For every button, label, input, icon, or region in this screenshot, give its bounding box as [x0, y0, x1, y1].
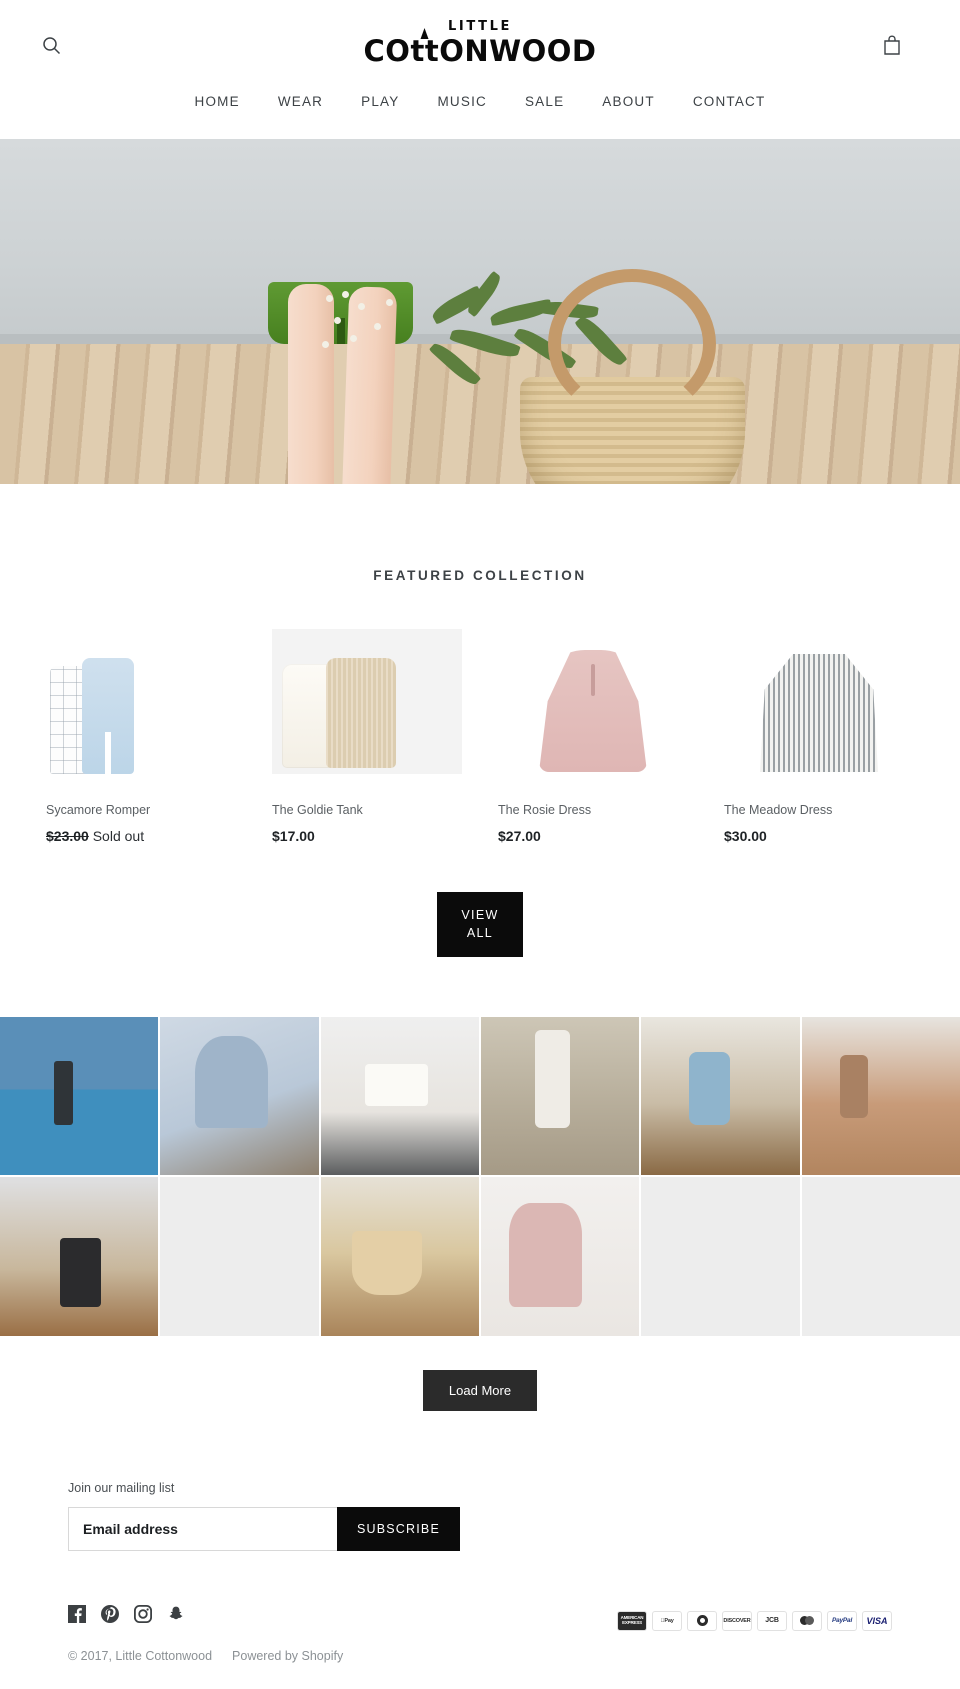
instagram-tile[interactable] — [0, 1017, 159, 1176]
instagram-feed-section: Load More — [0, 1017, 960, 1481]
product-price: $23.00 Sold out — [46, 828, 236, 844]
product-title: The Rosie Dress — [498, 803, 592, 817]
copyright-row: © 2017, Little Cottonwood Powered by Sho… — [68, 1649, 343, 1663]
payment-icon-visa: VISA — [862, 1610, 892, 1631]
tank-striped-garment — [326, 658, 396, 768]
payment-icon-amex: AMERICAN EXPRESS — [617, 1610, 647, 1631]
newsletter-label: Join our mailing list — [68, 1480, 175, 1495]
shopping-bag-icon[interactable] — [879, 32, 905, 58]
site-header: LITTLE COttONWOOD — [0, 0, 960, 88]
instagram-tile[interactable] — [160, 1017, 319, 1176]
instagram-tile[interactable] — [0, 1177, 159, 1336]
product-price: $30.00 — [724, 827, 767, 844]
nav-item-contact[interactable]: CONTACT — [674, 88, 785, 115]
product-title: The Meadow Dress — [724, 803, 833, 817]
hero-banner-image — [0, 139, 960, 484]
logo-part1: CO — [363, 34, 411, 68]
instagram-tile[interactable] — [480, 1017, 640, 1176]
site-logo[interactable]: LITTLE COttONWOOD — [364, 20, 597, 66]
product-title: The Goldie Tank — [272, 803, 363, 817]
view-all-button[interactable]: VIEW ALL — [437, 891, 523, 957]
subscribe-button[interactable]: SUBSCRIBE — [336, 1506, 460, 1551]
site-footer: Join our mailing list SUBSCRIBE © 2017, … — [0, 1480, 960, 1689]
product-card-rosie-dress[interactable]: The Rosie Dress $27.00 — [480, 629, 706, 844]
load-more-button[interactable]: Load More — [422, 1369, 538, 1411]
product-sold-out-label: Sold out — [92, 827, 145, 844]
logo-tree-letters: tt — [410, 34, 440, 68]
payment-icon-mastercard — [792, 1610, 822, 1631]
rosie-dress-garment — [539, 650, 647, 772]
product-title: Sycamore Romper — [46, 803, 151, 817]
snapchat-icon[interactable] — [167, 1605, 185, 1623]
instagram-tile-placeholder[interactable] — [801, 1177, 960, 1336]
main-navigation: HOME WEAR PLAY MUSIC SALE ABOUT CONTACT — [0, 88, 960, 139]
product-image-rosie-dress — [498, 629, 688, 774]
powered-by-shopify-link[interactable]: Powered by Shopify — [232, 1649, 343, 1663]
view-all-line-1: VIEW — [461, 907, 499, 922]
logo-top-text: LITTLE — [448, 19, 512, 34]
instagram-tile[interactable] — [641, 1017, 800, 1176]
instagram-tile-placeholder[interactable] — [160, 1177, 319, 1336]
meadow-dress-garment — [760, 654, 878, 772]
logo-main-text: COttONWOOD — [364, 37, 597, 66]
product-price: $17.00 — [272, 827, 315, 844]
footer-bottom: © 2017, Little Cottonwood Powered by Sho… — [68, 1610, 892, 1663]
instagram-grid — [0, 1017, 960, 1336]
product-price-original: $23.00 — [46, 827, 89, 844]
search-icon[interactable] — [38, 32, 64, 58]
nav-item-sale[interactable]: SALE — [506, 88, 583, 115]
nav-item-wear[interactable]: WEAR — [259, 88, 342, 115]
nav-item-home[interactable]: HOME — [176, 88, 259, 115]
newsletter-form: SUBSCRIBE — [68, 1506, 460, 1551]
featured-collection-section: FEATURED COLLECTION Sycamore Romper $23.… — [0, 484, 960, 1017]
product-grid: Sycamore Romper $23.00 Sold out The Gold… — [0, 629, 960, 844]
logo-part2: ONWOOD — [439, 34, 597, 68]
pinterest-icon[interactable] — [101, 1604, 119, 1623]
nav-item-music[interactable]: MUSIC — [418, 88, 506, 115]
product-image-sycamore-romper — [46, 629, 236, 774]
payment-methods: AMERICANEXPRESS Pay DISCOVER JCB PayPal… — [617, 1610, 892, 1631]
instagram-tile[interactable] — [480, 1177, 640, 1336]
payment-icon-diners-club — [687, 1610, 717, 1631]
facebook-icon[interactable] — [68, 1604, 86, 1623]
payment-icon-discover: DISCOVER — [722, 1610, 752, 1631]
payment-icon-paypal: PayPal — [827, 1610, 857, 1631]
product-image-meadow-dress — [724, 629, 914, 774]
view-all-line-2: ALL — [466, 926, 494, 941]
payment-icon-jcb: JCB — [757, 1610, 787, 1631]
view-all-container: VIEW ALL — [0, 843, 960, 1017]
instagram-icon[interactable] — [134, 1604, 152, 1623]
instagram-tile[interactable] — [320, 1017, 479, 1176]
copyright-text: © 2017, Little Cottonwood — [68, 1648, 213, 1663]
product-price: $27.00 — [498, 827, 541, 844]
hero-woven-basket — [520, 269, 745, 484]
instagram-tile[interactable] — [801, 1017, 960, 1176]
product-card-goldie-tank[interactable]: The Goldie Tank $17.00 — [254, 629, 480, 844]
product-card-sycamore-romper[interactable]: Sycamore Romper $23.00 Sold out — [28, 629, 254, 844]
product-image-goldie-tank — [272, 629, 462, 774]
nav-item-play[interactable]: PLAY — [342, 88, 418, 115]
hero-flowers — [316, 289, 426, 409]
instagram-tile[interactable] — [320, 1177, 479, 1336]
load-more-container: Load More — [0, 1335, 960, 1481]
nav-item-about[interactable]: ABOUT — [583, 88, 674, 115]
romper-blue-garment — [82, 658, 134, 774]
storefront-page: LITTLE COttONWOOD HOME WEAR PLAY MUSIC S… — [0, 0, 960, 1689]
email-input[interactable] — [68, 1506, 337, 1551]
payment-icon-apple-pay: Pay — [652, 1610, 682, 1631]
featured-collection-title: FEATURED COLLECTION — [373, 568, 587, 583]
product-card-meadow-dress[interactable]: The Meadow Dress $30.00 — [706, 629, 932, 844]
instagram-tile-placeholder[interactable] — [641, 1177, 800, 1336]
